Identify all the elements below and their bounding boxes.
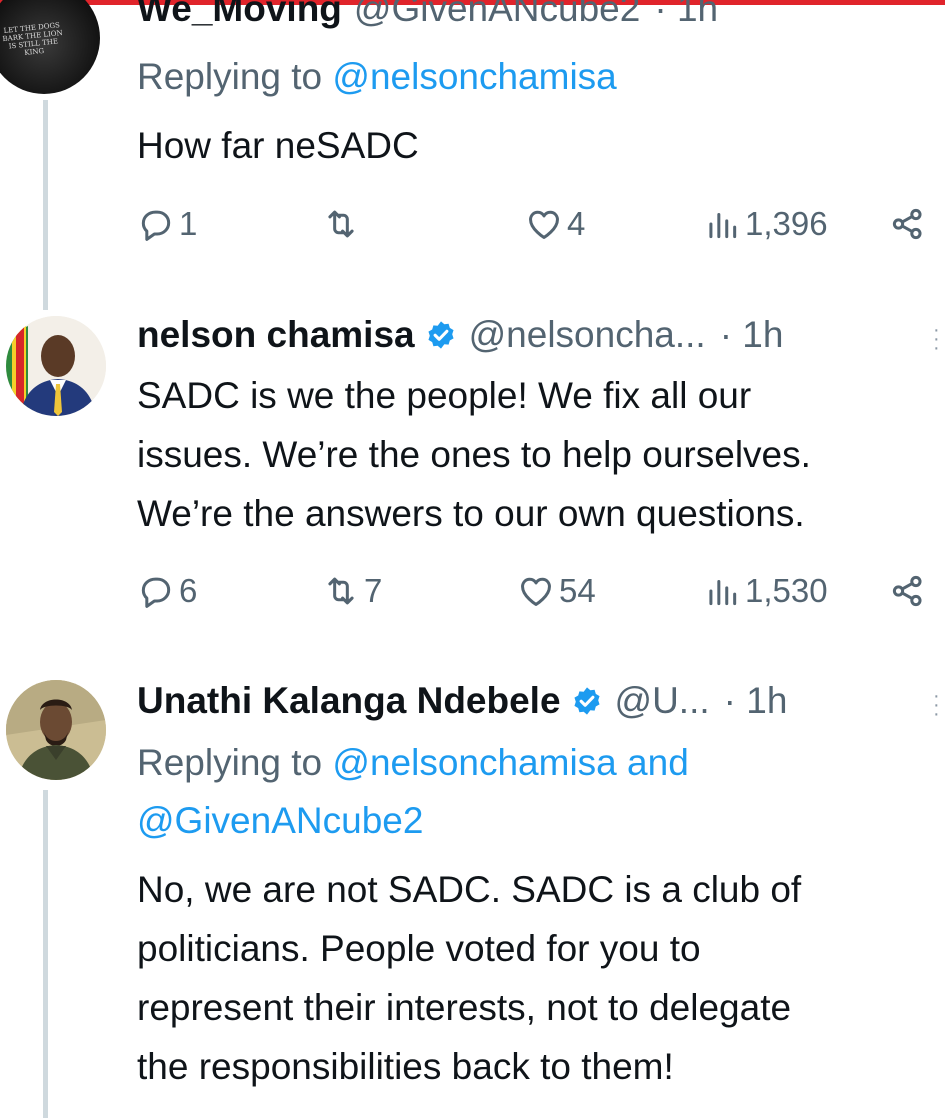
handle[interactable]: @nelsoncha... bbox=[469, 314, 706, 356]
mention-link[interactable]: @GivenANcube2 bbox=[137, 800, 423, 841]
reply-count: 1 bbox=[179, 205, 198, 242]
like-button[interactable]: 4 bbox=[525, 205, 585, 243]
views-button[interactable]: 1,530 bbox=[703, 572, 828, 610]
reply-button[interactable]: 1 bbox=[137, 205, 197, 243]
share-button[interactable] bbox=[889, 572, 927, 610]
tweet-text-line: represent their interests, not to delega… bbox=[137, 987, 792, 1028]
reply-icon bbox=[141, 577, 171, 608]
mention-link[interactable]: @nelsonchamisa bbox=[332, 56, 616, 97]
mention-link[interactable]: @nelsonchamisa bbox=[332, 742, 616, 783]
views-icon bbox=[709, 579, 737, 606]
replying-to: Replying to @nelsonchamisa bbox=[137, 56, 617, 98]
reply-button[interactable]: 6 bbox=[137, 572, 197, 610]
tweet-text: SADC is we the people! We fix all our is… bbox=[137, 366, 811, 543]
tweet-text-line: issues. We’re the ones to help ourselves… bbox=[137, 434, 811, 475]
thread-line bbox=[43, 790, 48, 1118]
tweet-header: nelson chamisa @nelsoncha... · 1h bbox=[137, 314, 783, 356]
share-icon bbox=[892, 575, 922, 607]
reply-count: 6 bbox=[179, 572, 198, 609]
more-icon[interactable]: · · · bbox=[933, 686, 940, 724]
avatar-caption: LET THE DOGS BARK THE LION IS STILL THE … bbox=[2, 21, 63, 57]
replying-prefix: Replying to bbox=[137, 742, 323, 783]
tweet-text-line: No, we are not SADC. SADC is a club of bbox=[137, 869, 802, 910]
replying-prefix: Replying to bbox=[137, 56, 323, 97]
timestamp[interactable]: · 1h bbox=[724, 680, 788, 722]
tweet-text-line: politicians. People voted for you to bbox=[137, 928, 701, 969]
repost-button[interactable]: 7 bbox=[322, 572, 382, 610]
avatar[interactable] bbox=[6, 316, 106, 416]
tweet-header: Unathi Kalanga Ndebele @U... · 1h bbox=[137, 680, 787, 722]
handle[interactable]: @U... bbox=[615, 680, 710, 722]
like-icon bbox=[521, 577, 551, 606]
share-icon bbox=[892, 208, 922, 240]
action-bar: 6 7 54 1,530 bbox=[137, 572, 945, 622]
like-count: 54 bbox=[559, 572, 596, 609]
tweet-text-line: the responsibilities back to them! bbox=[137, 1046, 674, 1087]
tweet-text: No, we are not SADC. SADC is a club of p… bbox=[137, 860, 801, 1096]
views-count: 1,530 bbox=[745, 572, 828, 609]
avatar-image bbox=[6, 680, 106, 780]
repost-icon bbox=[328, 577, 354, 605]
display-name[interactable]: nelson chamisa bbox=[137, 314, 415, 356]
tweet-header: We_Moving @GivenANcube2 · 1h bbox=[137, 0, 718, 30]
replying-to: Replying to @nelsonchamisa and bbox=[137, 742, 689, 784]
like-count: 4 bbox=[567, 205, 586, 242]
views-button[interactable]: 1,396 bbox=[703, 205, 828, 243]
reply-icon bbox=[141, 210, 171, 241]
repost-icon bbox=[328, 210, 354, 238]
tweet-text-line: We’re the answers to our own questions. bbox=[137, 493, 805, 534]
more-icon[interactable]: · · · bbox=[933, 320, 940, 358]
avatar[interactable] bbox=[6, 680, 106, 780]
tweet-text-line: SADC is we the people! We fix all our bbox=[137, 375, 752, 416]
thread-line bbox=[43, 100, 48, 310]
replying-to-second: @GivenANcube2 bbox=[137, 800, 423, 842]
repost-button[interactable] bbox=[322, 205, 364, 243]
tweet-text-line: How far neSADC bbox=[137, 125, 419, 166]
tweet-text: How far neSADC bbox=[137, 116, 419, 175]
display-name[interactable]: We_Moving bbox=[137, 0, 342, 30]
verified-icon bbox=[573, 687, 600, 715]
timestamp[interactable]: · 1h bbox=[654, 0, 718, 30]
like-button[interactable]: 54 bbox=[517, 572, 596, 610]
like-icon bbox=[529, 210, 559, 239]
views-icon bbox=[709, 212, 737, 239]
handle[interactable]: @GivenANcube2 bbox=[354, 0, 640, 30]
share-button[interactable] bbox=[889, 205, 927, 243]
timestamp[interactable]: · 1h bbox=[720, 314, 784, 356]
avatar-image bbox=[6, 316, 106, 416]
replying-and[interactable]: and bbox=[627, 742, 689, 783]
action-bar: 1 4 1,396 bbox=[137, 205, 945, 255]
verified-icon bbox=[428, 321, 454, 349]
views-count: 1,396 bbox=[745, 205, 828, 242]
display-name[interactable]: Unathi Kalanga Ndebele bbox=[137, 680, 561, 722]
avatar[interactable]: LET THE DOGS BARK THE LION IS STILL THE … bbox=[0, 0, 100, 94]
repost-count: 7 bbox=[364, 572, 383, 609]
